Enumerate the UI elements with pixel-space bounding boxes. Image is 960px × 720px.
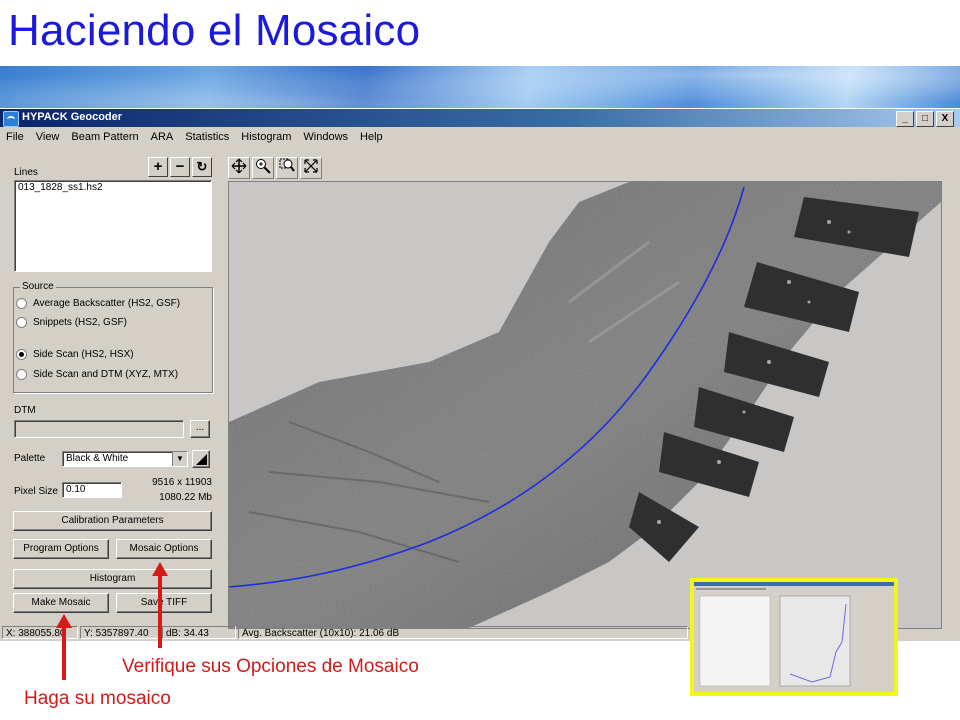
callout-arrowhead-make bbox=[56, 614, 72, 628]
save-tiff-button[interactable]: Save TIFF bbox=[116, 593, 212, 613]
mosaic-options-button[interactable]: Mosaic Options bbox=[116, 539, 212, 559]
menu-histogram[interactable]: Histogram bbox=[235, 129, 297, 147]
mosaic-viewport[interactable] bbox=[228, 181, 942, 629]
app-icon bbox=[3, 111, 19, 127]
zoom-in-icon bbox=[256, 159, 271, 174]
radio-label: Side Scan and DTM (XYZ, MTX) bbox=[33, 369, 179, 380]
menu-beam-pattern[interactable]: Beam Pattern bbox=[65, 129, 144, 147]
radio-label: Average Backscatter (HS2, GSF) bbox=[33, 298, 181, 309]
program-options-button[interactable]: Program Options bbox=[13, 539, 109, 559]
source-group-title: Source bbox=[20, 281, 56, 292]
source-option-side-scan[interactable]: Side Scan (HS2, HSX) bbox=[16, 349, 134, 360]
pan-icon bbox=[231, 158, 247, 174]
remove-line-button[interactable]: − bbox=[170, 157, 190, 177]
palette-label: Palette bbox=[14, 453, 46, 464]
source-option-side-scan-dtm[interactable]: Side Scan and DTM (XYZ, MTX) bbox=[16, 369, 178, 380]
make-mosaic-button[interactable]: Make Mosaic bbox=[13, 593, 109, 613]
palette-swatch-icon bbox=[196, 454, 207, 465]
menu-bar: File View Beam Pattern ARA Statistics Hi… bbox=[0, 129, 960, 147]
refresh-lines-button[interactable]: ↻ bbox=[192, 157, 212, 177]
callout-arrowhead-options bbox=[152, 562, 168, 576]
menu-file[interactable]: File bbox=[0, 129, 30, 147]
callout-make-mosaic-text: Haga su mosaico bbox=[24, 688, 171, 709]
window-titlebar[interactable]: HYPACK Geocoder _ □ X bbox=[0, 109, 960, 127]
lines-label: Lines bbox=[14, 167, 38, 178]
radio-label: Snippets (HS2, GSF) bbox=[33, 317, 127, 328]
calibration-parameters-button[interactable]: Calibration Parameters bbox=[13, 511, 212, 531]
menu-help[interactable]: Help bbox=[354, 129, 389, 147]
radio-button-selected[interactable] bbox=[16, 349, 27, 360]
palette-select[interactable]: Black & White ▼ bbox=[62, 451, 188, 467]
dtm-browse-button[interactable]: ... bbox=[190, 420, 210, 438]
status-avg-backscatter: Avg. Backscatter (10x10): 21.06 dB bbox=[238, 626, 688, 639]
inset-thumbnail-image bbox=[694, 582, 894, 692]
callout-arrow-make bbox=[62, 628, 66, 680]
menu-statistics[interactable]: Statistics bbox=[179, 129, 235, 147]
lines-list[interactable]: 013_1828_ss1.hs2 bbox=[14, 180, 212, 272]
window-title: HYPACK Geocoder bbox=[22, 111, 123, 123]
source-option-average-backscatter[interactable]: Average Backscatter (HS2, GSF) bbox=[16, 298, 180, 309]
mosaic-size: 1080.22 Mb bbox=[159, 492, 212, 503]
pan-tool-button[interactable] bbox=[228, 157, 250, 179]
menu-windows[interactable]: Windows bbox=[297, 129, 354, 147]
radio-button[interactable] bbox=[16, 298, 27, 309]
palette-value: Black & White bbox=[66, 453, 129, 464]
status-db: dB: 34.43 bbox=[162, 626, 236, 639]
decorative-banner bbox=[0, 66, 960, 112]
side-scan-mosaic-image bbox=[229, 182, 941, 628]
minimize-button[interactable]: _ bbox=[896, 111, 914, 127]
status-y-coordinate: Y: 5357897.40 bbox=[80, 626, 160, 639]
radio-label: Side Scan (HS2, HSX) bbox=[33, 349, 134, 360]
close-button[interactable]: X bbox=[936, 111, 954, 127]
palette-edit-button[interactable] bbox=[192, 450, 210, 468]
add-line-button[interactable]: + bbox=[148, 157, 168, 177]
callout-arrow-options bbox=[158, 576, 162, 648]
menu-view[interactable]: View bbox=[30, 129, 66, 147]
zoom-in-tool-button[interactable] bbox=[252, 157, 274, 179]
radio-button[interactable] bbox=[16, 317, 27, 328]
source-option-snippets[interactable]: Snippets (HS2, GSF) bbox=[16, 317, 127, 328]
slide-title: Haciendo el Mosaico bbox=[8, 6, 421, 55]
maximize-button[interactable]: □ bbox=[916, 111, 934, 127]
chevron-down-icon[interactable]: ▼ bbox=[172, 452, 187, 466]
pixel-size-input[interactable]: 0.10 bbox=[62, 482, 122, 498]
histogram-button[interactable]: Histogram bbox=[13, 569, 212, 589]
zoom-extents-icon bbox=[304, 159, 318, 173]
dtm-field[interactable] bbox=[14, 420, 184, 438]
app-window: HYPACK Geocoder _ □ X File View Beam Pat… bbox=[0, 108, 960, 641]
list-item[interactable]: 013_1828_ss1.hs2 bbox=[15, 181, 211, 194]
dtm-label: DTM bbox=[14, 405, 36, 416]
inset-screenshot bbox=[690, 578, 898, 696]
zoom-extents-tool-button[interactable] bbox=[300, 157, 322, 179]
callout-mosaic-options-text: Verifique sus Opciones de Mosaico bbox=[122, 656, 419, 677]
zoom-window-icon bbox=[279, 158, 295, 172]
window-controls: _ □ X bbox=[896, 111, 954, 127]
menu-ara[interactable]: ARA bbox=[145, 129, 180, 147]
radio-button[interactable] bbox=[16, 369, 27, 380]
pixel-size-label: Pixel Size bbox=[14, 486, 58, 497]
zoom-window-tool-button[interactable] bbox=[276, 157, 298, 179]
mosaic-dimensions: 9516 x 11903 bbox=[152, 477, 212, 488]
